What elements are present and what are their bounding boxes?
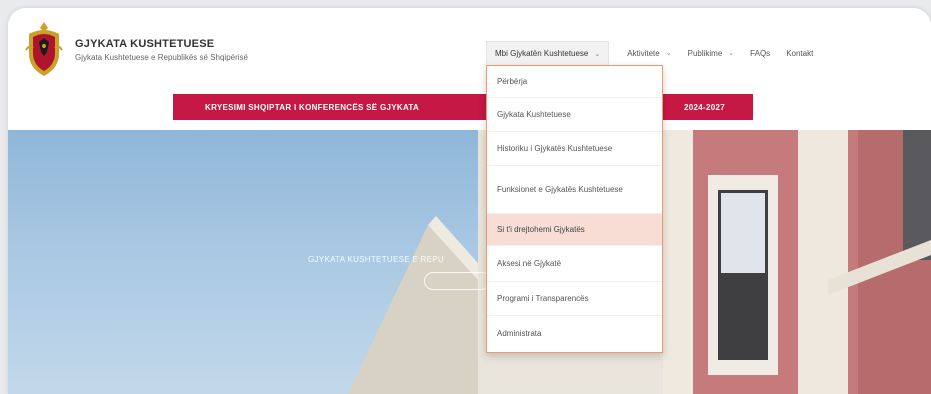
banner-text-left: KRYESIMI SHQIPTAR I KONFERENCËS SË GJYKA…: [205, 102, 420, 112]
chevron-down-icon: ⌄: [728, 50, 735, 57]
dropdown-item-funksionet[interactable]: Funksionet e Gjykatës Kushtetuese: [487, 166, 662, 214]
nav-item-label: Mbi Gjykatën Kushtetuese: [495, 49, 589, 58]
site-title[interactable]: GJYKATA KUSHTETUESE: [75, 38, 214, 50]
nav-item-mbi-gjykaten[interactable]: Mbi Gjykatën Kushtetuese ⌄: [486, 40, 610, 66]
hero-section: GJYKATA KUSHTETUESE E REPU: [8, 130, 931, 394]
dropdown-item-administrata[interactable]: Administrata: [487, 316, 662, 350]
dropdown-item-historiku[interactable]: Historiku i Gjykatës Kushtetuese: [487, 132, 662, 166]
chevron-down-icon: ⌄: [665, 50, 672, 57]
announcement-banner[interactable]: KRYESIMI SHQIPTAR I KONFERENCËS SË GJYKA…: [173, 94, 753, 120]
dropdown-item-aksesi[interactable]: Aksesi në Gjykatë: [487, 246, 662, 282]
dropdown-item-programi-transparences[interactable]: Programi i Transparencës: [487, 282, 662, 316]
banner-text-right: 2024-2027: [684, 102, 725, 112]
site-header: GJYKATA KUSHTETUESE Gjykata Kushtetuese …: [8, 8, 931, 92]
browser-frame: GJYKATA KUSHTETUESE Gjykata Kushtetuese …: [8, 8, 931, 394]
nav-item-faqs[interactable]: FAQs: [750, 49, 770, 58]
hero-title: GJYKATA KUSHTETUESE E REPU: [308, 255, 444, 264]
nav-item-label: Publikime: [687, 48, 723, 58]
court-emblem-icon[interactable]: [24, 20, 64, 78]
nav-item-publikime[interactable]: Publikime ⌄: [688, 49, 735, 58]
mbi-gjykaten-dropdown-menu: Përbërja Gjykata Kushtetuese Historiku i…: [486, 65, 663, 353]
dropdown-item-si-ti-drejtohemi[interactable]: Si t'i drejtohemi Gjykatës: [487, 214, 662, 246]
nav-item-label: FAQs: [750, 48, 771, 58]
chevron-down-icon: ⌄: [594, 50, 601, 58]
nav-item-label: Aktivitete: [627, 48, 660, 58]
nav-item-kontakt[interactable]: Kontakt: [786, 49, 813, 58]
building-image: [348, 130, 931, 394]
hero-button[interactable]: [424, 272, 490, 290]
nav-item-aktivitete[interactable]: Aktivitete ⌄: [627, 49, 671, 58]
nav-item-label: Kontakt: [786, 48, 814, 58]
site-subtitle: Gjykata Kushtetuese e Republikës së Shqi…: [75, 53, 248, 62]
dropdown-item-perberja[interactable]: Përbërja: [487, 66, 662, 98]
main-nav: Mbi Gjykatën Kushtetuese ⌄ Aktivitete ⌄ …: [486, 40, 829, 66]
dropdown-item-gjykata-kushtetuese[interactable]: Gjykata Kushtetuese: [487, 98, 662, 132]
